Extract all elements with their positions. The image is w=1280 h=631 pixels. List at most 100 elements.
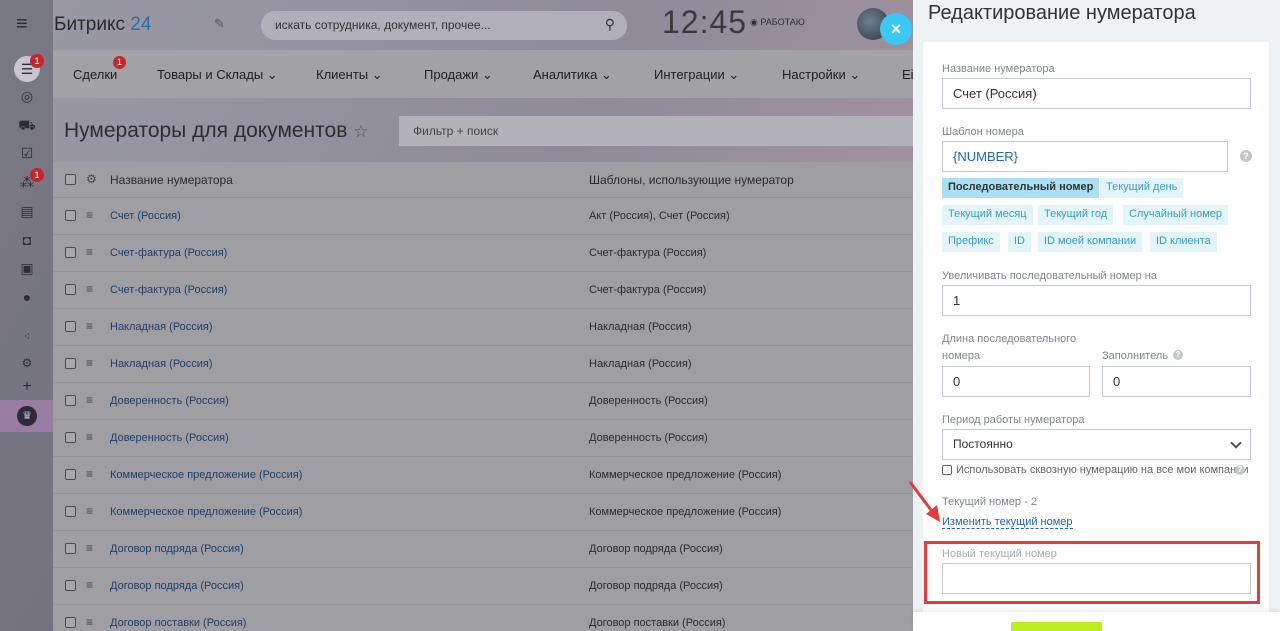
gear-icon[interactable]: ⚙ bbox=[86, 172, 97, 186]
search-icon[interactable]: ⚲ bbox=[605, 16, 615, 33]
table-row[interactable]: ≡ Договор поставки (Россия) Договор постав… bbox=[53, 605, 913, 631]
length-input[interactable]: 0 bbox=[942, 366, 1090, 397]
numerator-name-link[interactable]: Коммерческое предложение (Россия) bbox=[110, 469, 302, 481]
row-checkbox[interactable] bbox=[65, 617, 76, 628]
save-button[interactable] bbox=[1011, 622, 1102, 631]
drag-handle-icon[interactable]: ≡ bbox=[86, 282, 93, 296]
menu-item-clients[interactable]: Клиенты ⌄ bbox=[316, 67, 383, 83]
increment-input[interactable]: 1 bbox=[942, 285, 1251, 316]
drag-handle-icon[interactable]: ≡ bbox=[86, 467, 93, 481]
select-all-checkbox[interactable] bbox=[65, 174, 76, 185]
row-checkbox[interactable] bbox=[65, 506, 76, 517]
tag-my-company-id[interactable]: ID моей компании bbox=[1038, 232, 1143, 252]
numerator-name-link[interactable]: Договор подряда (Россия) bbox=[110, 580, 244, 592]
cart-icon[interactable]: ⛟ bbox=[14, 112, 40, 138]
menu-item-deals[interactable]: Сделки bbox=[73, 67, 117, 82]
row-checkbox[interactable] bbox=[65, 395, 76, 406]
table-row[interactable]: ≡ Доверенность (Россия) Доверенность (Росс… bbox=[53, 420, 913, 457]
row-checkbox[interactable] bbox=[65, 358, 76, 369]
table-row[interactable]: ≡ Счет (Россия) Акт (Россия), Счет (Россия… bbox=[53, 198, 913, 235]
numerator-name-link[interactable]: Счет-фактура (Россия) bbox=[110, 247, 227, 259]
numerator-name-link[interactable]: Накладная (Россия) bbox=[110, 321, 213, 333]
through-numbering-label[interactable]: Использовать сквозную нумерацию на все м… bbox=[956, 464, 1249, 476]
tag-current-month[interactable]: Текущий месяц bbox=[942, 205, 1033, 225]
table-row[interactable]: ≡ Коммерческое предложение (Россия) Коммер… bbox=[53, 494, 913, 531]
drag-handle-icon[interactable]: ≡ bbox=[86, 541, 93, 555]
drag-handle-icon[interactable]: ≡ bbox=[86, 319, 93, 333]
menu-item-products[interactable]: Товары и Склады ⌄ bbox=[157, 67, 278, 83]
row-checkbox[interactable] bbox=[65, 432, 76, 443]
table-row[interactable]: ≡ Счет-фактура (Россия) Счет-фактура (Росс… bbox=[53, 272, 913, 309]
close-slider-button[interactable]: × bbox=[880, 13, 912, 45]
numerator-name-link[interactable]: Накладная (Россия) bbox=[110, 358, 213, 370]
numerator-name-link[interactable]: Договор подряда (Россия) bbox=[110, 543, 244, 555]
contacts-icon[interactable]: ▤ bbox=[14, 198, 40, 224]
through-help-icon[interactable]: ? bbox=[1235, 465, 1245, 475]
row-checkbox[interactable] bbox=[65, 210, 76, 221]
table-row[interactable]: ≡ Доверенность (Россия) Доверенность (Росс… bbox=[53, 383, 913, 420]
row-checkbox[interactable] bbox=[65, 321, 76, 332]
add-icon[interactable]: + bbox=[14, 374, 40, 400]
row-checkbox[interactable] bbox=[65, 247, 76, 258]
change-current-number-link[interactable]: Изменить текущий номер bbox=[942, 516, 1073, 529]
structure-icon[interactable]: ⁖ bbox=[14, 324, 40, 350]
numerator-name-link[interactable]: Счет-фактура (Россия) bbox=[110, 284, 227, 296]
tag-current-year[interactable]: Текущий год bbox=[1038, 205, 1114, 225]
filter-search-input[interactable]: Фильтр + поиск bbox=[399, 116, 913, 146]
tag-client-id[interactable]: ID клиента bbox=[1150, 232, 1217, 252]
menu-hamburger-icon[interactable]: ≡ bbox=[16, 14, 36, 34]
table-row[interactable]: ≡ Договор подряда (Россия) Договор подряда… bbox=[53, 568, 913, 605]
drag-handle-icon[interactable]: ≡ bbox=[86, 356, 93, 370]
edit-pencil-icon[interactable]: ✎ bbox=[214, 16, 225, 32]
menu-item-more[interactable]: Еі bbox=[902, 67, 914, 82]
drag-handle-icon[interactable]: ≡ bbox=[86, 393, 93, 407]
tag-sequential-number[interactable]: Последовательный номер bbox=[942, 178, 1100, 198]
help-icon[interactable]: ? bbox=[1240, 150, 1252, 162]
numerator-name-link[interactable]: Доверенность (Россия) bbox=[110, 432, 229, 444]
tasks-icon[interactable]: ☑ bbox=[14, 140, 40, 166]
menu-item-settings[interactable]: Настройки ⌄ bbox=[782, 67, 860, 83]
column-header-templates[interactable]: Шаблоны, использующие нумератор bbox=[589, 173, 794, 187]
column-header-name[interactable]: Название нумератора bbox=[110, 173, 233, 187]
tag-prefix[interactable]: Префикс bbox=[942, 232, 1000, 252]
tag-current-day[interactable]: Текущий день bbox=[1100, 178, 1184, 198]
menu-item-analytics[interactable]: Аналитика ⌄ bbox=[533, 67, 612, 83]
row-checkbox[interactable] bbox=[65, 580, 76, 591]
box-icon[interactable]: ▣ bbox=[14, 255, 40, 281]
settings-icon[interactable]: ⚙ bbox=[14, 350, 40, 376]
table-row[interactable]: ≡ Счет-фактура (Россия) Счет-фактура (Росс… bbox=[53, 235, 913, 272]
drag-handle-icon[interactable]: ≡ bbox=[86, 245, 93, 259]
drag-handle-icon[interactable]: ≡ bbox=[86, 208, 93, 222]
logo[interactable]: Битрикс 24 bbox=[54, 14, 151, 36]
global-search-input[interactable]: искать сотрудника, документ, прочее... ⚲ bbox=[261, 11, 627, 40]
template-input[interactable]: {NUMBER} bbox=[942, 141, 1228, 172]
row-checkbox[interactable] bbox=[65, 543, 76, 554]
numerator-name-link[interactable]: Счет (Россия) bbox=[110, 210, 181, 222]
more-icon[interactable]: ● bbox=[14, 284, 40, 310]
drag-handle-icon[interactable]: ≡ bbox=[86, 615, 93, 629]
menu-item-integrations[interactable]: Интеграции ⌄ bbox=[654, 67, 739, 83]
tag-random-number[interactable]: Случайный номер bbox=[1123, 205, 1229, 225]
name-input[interactable]: Счет (Россия) bbox=[942, 78, 1251, 109]
table-row[interactable]: ≡ Коммерческое предложение (Россия) Коммер… bbox=[53, 457, 913, 494]
robot-icon[interactable]: ◘ bbox=[14, 227, 40, 253]
row-checkbox[interactable] bbox=[65, 469, 76, 480]
star-icon[interactable]: ☆ bbox=[353, 122, 368, 141]
numerator-name-link[interactable]: Договор поставки (Россия) bbox=[110, 617, 246, 629]
numerator-name-link[interactable]: Доверенность (Россия) bbox=[110, 395, 229, 407]
filler-input[interactable]: 0 bbox=[1102, 366, 1251, 397]
filler-help-icon[interactable]: ? bbox=[1173, 350, 1183, 360]
numerator-name-link[interactable]: Коммерческое предложение (Россия) bbox=[110, 506, 302, 518]
drag-handle-icon[interactable]: ≡ bbox=[86, 504, 93, 518]
table-row[interactable]: ≡ Накладная (Россия) Накладная (Россия) bbox=[53, 346, 913, 383]
through-numbering-checkbox[interactable] bbox=[942, 465, 952, 475]
tag-id[interactable]: ID bbox=[1008, 232, 1031, 252]
plan-crown[interactable]: ♛ bbox=[0, 400, 53, 432]
work-status[interactable]: ◉ РАБОТАЮ bbox=[750, 17, 805, 28]
menu-item-sales[interactable]: Продажи ⌄ bbox=[424, 67, 493, 83]
drag-handle-icon[interactable]: ≡ bbox=[86, 578, 93, 592]
table-row[interactable]: ≡ Накладная (Россия) Накладная (Россия) bbox=[53, 309, 913, 346]
period-select[interactable]: Постоянно bbox=[942, 429, 1251, 460]
target-icon[interactable]: ◎ bbox=[14, 83, 40, 109]
table-row[interactable]: ≡ Договор подряда (Россия) Договор подряда… bbox=[53, 531, 913, 568]
